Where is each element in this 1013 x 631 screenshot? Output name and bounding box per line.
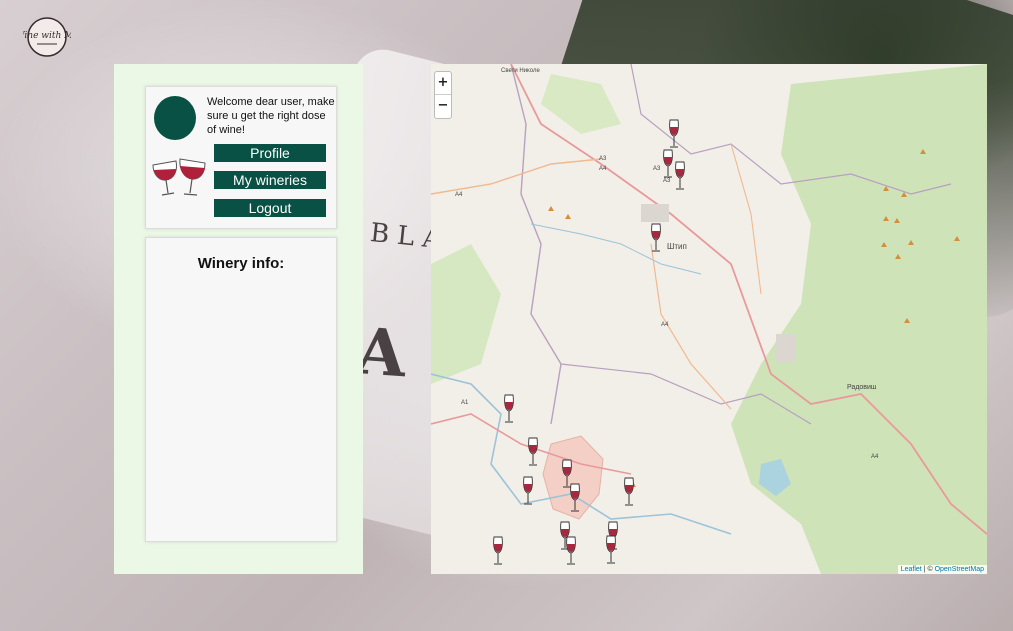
wine-glass-icon[interactable] bbox=[606, 535, 616, 564]
logo-text: Wine with Me bbox=[23, 31, 71, 41]
app-logo[interactable]: Wine with Me bbox=[15, 16, 79, 58]
winery-info-title: Winery info: bbox=[197, 255, 285, 272]
zoom-control: + − bbox=[434, 71, 452, 119]
leaflet-link[interactable]: Leaflet bbox=[901, 566, 922, 573]
road-label: A3 bbox=[599, 156, 607, 162]
zoom-out-button[interactable]: − bbox=[435, 95, 451, 117]
wine-glasses-icon bbox=[152, 158, 206, 196]
wine-glass-icon[interactable] bbox=[663, 149, 673, 178]
avatar bbox=[154, 96, 196, 140]
wine-glass-icon[interactable] bbox=[624, 477, 634, 506]
map-tiles: Свети Николе Штип Радовиш A3 A4 A3 A4 A3… bbox=[431, 64, 987, 574]
zoom-in-button[interactable]: + bbox=[435, 72, 451, 95]
osm-link[interactable]: OpenStreetMap bbox=[935, 566, 984, 573]
wine-glass-icon[interactable] bbox=[528, 437, 538, 466]
place-label-sveti-nikole: Свети Николе bbox=[501, 68, 540, 74]
welcome-message: Welcome dear user, make sure u get the r… bbox=[207, 96, 335, 136]
place-label-stip: Штип bbox=[667, 242, 687, 251]
peak-icon bbox=[565, 214, 571, 219]
my-wineries-button[interactable]: My wineries bbox=[214, 171, 326, 189]
sidebar-panel: Welcome dear user, make sure u get the r… bbox=[114, 64, 363, 574]
profile-button[interactable]: Profile bbox=[214, 144, 326, 162]
logout-button[interactable]: Logout bbox=[214, 199, 326, 217]
wine-glass-icon[interactable] bbox=[504, 394, 514, 423]
road-label: A3 bbox=[663, 178, 671, 184]
place-label-radovis: Радовиш bbox=[847, 384, 877, 391]
road-label: A3 bbox=[653, 166, 661, 172]
wine-glass-icon[interactable] bbox=[675, 161, 685, 190]
attribution-separator: | © bbox=[921, 566, 935, 573]
user-card: Welcome dear user, make sure u get the r… bbox=[145, 86, 337, 229]
winery-info-card: Winery info: bbox=[145, 237, 337, 542]
wine-glass-icon[interactable] bbox=[651, 223, 661, 252]
winery-map[interactable]: Свети Николе Штип Радовиш A3 A4 A3 A4 A3… bbox=[431, 64, 987, 574]
map-attribution: Leaflet | © OpenStreetMap bbox=[897, 565, 987, 574]
road-label: A1 bbox=[461, 400, 469, 406]
road-label: A4 bbox=[599, 166, 607, 172]
wine-glass-icon[interactable] bbox=[493, 536, 503, 565]
wine-glass-icon[interactable] bbox=[566, 536, 576, 565]
road-label: A4 bbox=[871, 454, 879, 460]
wine-glass-icon[interactable] bbox=[523, 476, 533, 505]
peak-icon bbox=[548, 206, 554, 211]
road-label: A4 bbox=[661, 322, 669, 328]
road-label: A4 bbox=[455, 192, 463, 198]
